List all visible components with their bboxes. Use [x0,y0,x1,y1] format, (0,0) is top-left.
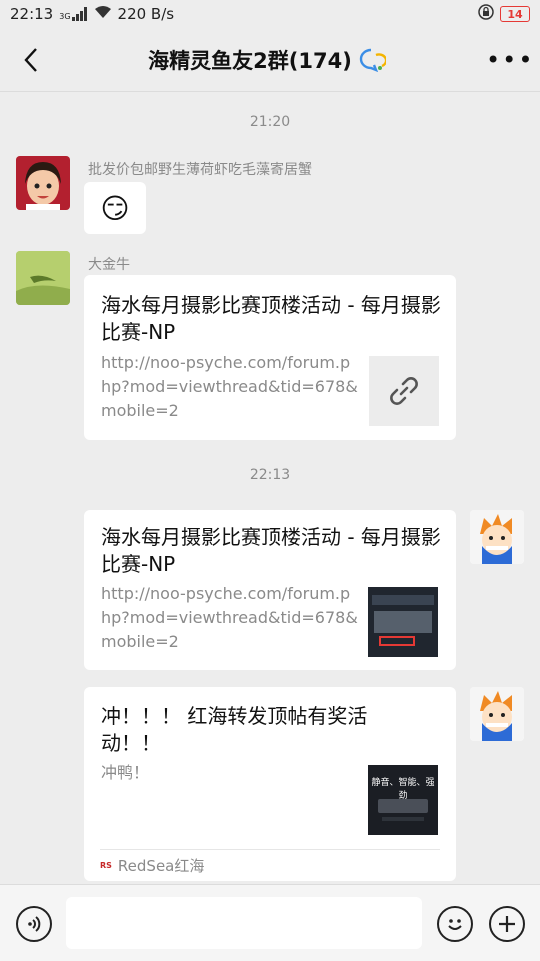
page-title: 海精灵鱼友2群(174) [148,48,352,73]
voice-button[interactable] [16,906,52,942]
link-url: http://noo-psyche.com/forum.php?mod=view… [101,584,358,651]
link-title: 海水每月摄影比赛顶楼活动 - 每月摄影比赛-NP [101,293,441,344]
voice-icon [28,916,41,932]
plus-icon [499,916,515,932]
message-input[interactable] [66,897,422,949]
cartoon-boy-avatar-icon [470,687,524,741]
back-button[interactable] [14,43,48,77]
product-image-icon [378,799,428,821]
emoji-message[interactable]: 😏 [84,182,146,234]
smiley-icon [448,919,462,930]
link-url: http://noo-psyche.com/forum.php?mod=view… [101,353,358,420]
smirk-emoji: 😏 [100,191,130,225]
redsea-logo-icon: RS [100,861,112,870]
product-image-icon [368,587,438,657]
battery-icon: 14 [500,6,530,22]
link-icon [390,377,418,405]
wifi-icon [94,5,112,23]
chat-header: 海精灵鱼友2群(174) ••• [0,28,540,92]
group-chat-icon [359,48,386,72]
avatar[interactable] [16,156,70,210]
link-source: RS RedSea红海 [100,855,204,876]
link-thumbnail: 静音、智能、强劲 [368,765,438,835]
status-time: 22:13 [10,5,54,23]
more-functions-button[interactable] [489,906,525,942]
avatar[interactable] [470,510,524,564]
status-bar: 22:13 3G 220 B/s 14 [0,0,540,28]
avatar[interactable] [16,251,70,305]
link-title: 海水每月摄影比赛顶楼活动 - 每月摄影比赛-NP [101,525,441,576]
network-type: 3G [59,12,71,21]
link-card-message[interactable]: 海水每月摄影比赛顶楼活动 - 每月摄影比赛-NP http://noo-psyc… [84,510,456,670]
timestamp: 22:13 [249,467,291,483]
girl-avatar-icon [16,156,70,210]
link-title: 冲！！！ 红海转发顶帖有奖活动！！ [101,704,368,755]
link-desc: 冲鸭！ [101,763,150,782]
signal-icon: 3G [59,7,87,21]
link-thumbnail [369,356,439,426]
chevron-left-icon [24,47,37,72]
sender-name: 大金牛 [88,257,130,273]
avatar[interactable] [470,687,524,741]
more-options-button[interactable]: ••• [486,46,532,74]
link-card-message[interactable]: 海水每月摄影比赛顶楼活动 - 每月摄影比赛-NP http://noo-psyc… [84,275,456,440]
timestamp: 21:20 [249,114,291,130]
divider [100,849,440,850]
lock-rotation-icon [478,4,494,24]
cartoon-boy-avatar-icon [470,510,524,564]
emoji-button[interactable] [437,906,473,942]
source-name: RedSea红海 [117,857,205,875]
chat-title: 海精灵鱼友2群(174) [48,45,486,75]
grass-avatar-icon [16,251,70,305]
input-bar [0,884,540,961]
sender-name: 批发价包邮野生薄荷虾吃毛藻寄居蟹 [88,162,312,178]
link-thumbnail [368,587,438,657]
network-speed: 220 B/s [117,5,175,23]
link-card-message[interactable]: 冲！！！ 红海转发顶帖有奖活动！！ 冲鸭！ 静音、智能、强劲 RS RedSea… [84,687,456,881]
